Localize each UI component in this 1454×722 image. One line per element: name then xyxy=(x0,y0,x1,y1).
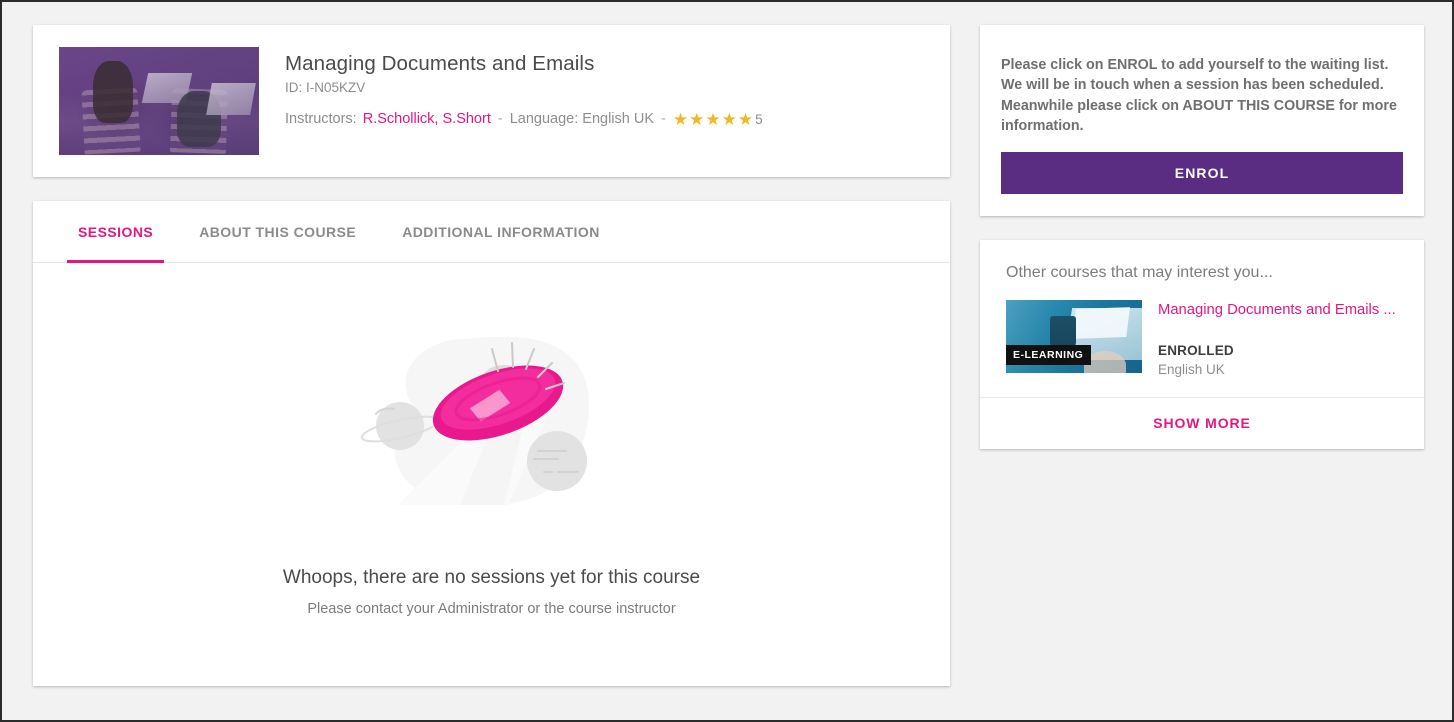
thumbnail-laptop-right xyxy=(206,83,256,115)
ufo-illustration xyxy=(360,336,589,506)
star-icon: ★ xyxy=(689,109,705,129)
empty-state-subtitle: Please contact your Administrator or the… xyxy=(307,601,676,617)
separator-1: - xyxy=(497,111,503,128)
related-course-info: Managing Documents and Emails ... ENROLL… xyxy=(1142,300,1403,377)
course-tabs-card: SESSIONS ABOUT THIS COURSE ADDITIONAL IN… xyxy=(33,201,950,686)
course-subinfo: Instructors: R.Schollick, S.Short - Lang… xyxy=(285,111,930,128)
course-id: ID: I-N05KZV xyxy=(285,79,366,95)
show-more-button[interactable]: SHOW MORE xyxy=(1153,415,1251,431)
tab-additional-information[interactable]: ADDITIONAL INFORMATION xyxy=(379,201,623,262)
star-icon: ★ xyxy=(672,109,689,129)
enrol-message: Please click on ENROL to add yourself to… xyxy=(1001,57,1397,134)
thumbnail-laptop-screen xyxy=(1072,307,1130,340)
course-header-card: Managing Documents and Emails ID: I-N05K… xyxy=(33,25,950,177)
app-viewport: Managing Documents and Emails ID: I-N05K… xyxy=(0,0,1454,722)
elearning-badge: E-LEARNING xyxy=(1006,345,1092,366)
empty-state-title: Whoops, there are no sessions yet for th… xyxy=(282,567,701,588)
list-item: E-LEARNING Managing Documents and Emails… xyxy=(1006,300,1403,377)
page-container: Managing Documents and Emails ID: I-N05K… xyxy=(2,2,1452,720)
other-courses-list: E-LEARNING Managing Documents and Emails… xyxy=(980,288,1424,397)
other-courses-card: Other courses that may interest you... E… xyxy=(980,240,1424,450)
star-icon: ★ xyxy=(721,109,737,129)
main-column: Managing Documents and Emails ID: I-N05K… xyxy=(33,25,950,686)
related-course-thumbnail[interactable]: E-LEARNING xyxy=(1006,300,1142,374)
enrol-button[interactable]: ENROL xyxy=(1001,152,1403,195)
other-courses-heading: Other courses that may interest you... xyxy=(1006,264,1273,282)
thumbnail-person-left xyxy=(93,61,133,123)
sidebar-column: Please click on ENROL to add yourself to… xyxy=(980,25,1424,450)
course-language: Language: English UK xyxy=(509,111,655,128)
show-more-container: SHOW MORE xyxy=(980,397,1424,449)
status-badge: ENROLLED xyxy=(1158,343,1234,359)
rating-value: 5 xyxy=(755,111,763,127)
star-icon: ★ xyxy=(737,109,754,129)
instructors-label: Instructors: xyxy=(285,111,357,128)
course-tabs: SESSIONS ABOUT THIS COURSE ADDITIONAL IN… xyxy=(33,201,950,263)
related-course-language: English UK xyxy=(1158,362,1225,378)
course-title: Managing Documents and Emails xyxy=(285,52,595,75)
separator-2: - xyxy=(661,111,666,128)
course-rating[interactable]: ★ ★ ★ ★ ★ 5 xyxy=(673,111,763,128)
tab-sessions[interactable]: SESSIONS xyxy=(55,201,176,263)
tab-about-this-course[interactable]: ABOUT THIS COURSE xyxy=(176,201,379,262)
instructors-link[interactable]: R.Schollick, S.Short xyxy=(363,111,491,127)
course-thumbnail[interactable] xyxy=(59,47,259,155)
sessions-empty-state: Whoops, there are no sessions yet for th… xyxy=(33,263,950,686)
enrol-card: Please click on ENROL to add yourself to… xyxy=(980,25,1424,217)
star-icon: ★ xyxy=(705,109,721,129)
course-meta: Managing Documents and Emails ID: I-N05K… xyxy=(259,47,930,128)
related-course-title[interactable]: Managing Documents and Emails ... xyxy=(1158,301,1403,320)
